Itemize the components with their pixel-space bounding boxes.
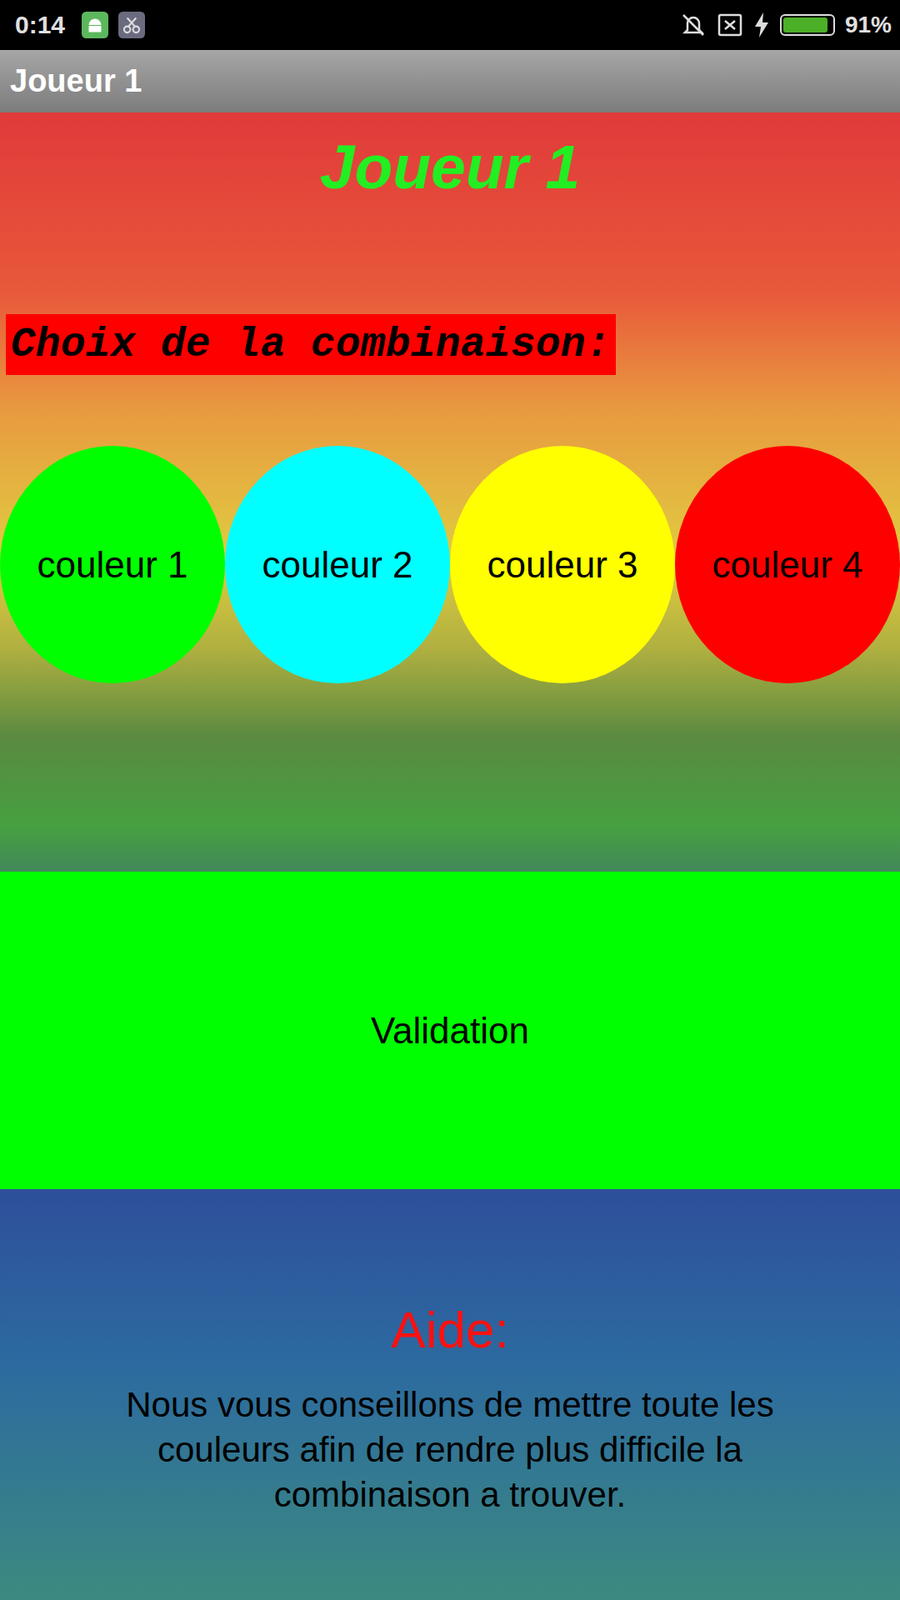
- no-sim-icon: [716, 11, 744, 39]
- charging-icon: [753, 11, 770, 39]
- battery-icon: [780, 14, 835, 36]
- color-button[interactable]: couleur 1: [0, 445, 225, 684]
- help-text: Nous vous conseillons de mettre toute le…: [75, 1382, 825, 1518]
- color-button[interactable]: couleur 4: [675, 445, 900, 684]
- status-time: 0:14: [15, 10, 65, 40]
- validate-button[interactable]: Validation: [0, 871, 900, 1190]
- help-title: Aide:: [0, 1299, 900, 1361]
- color-button[interactable]: couleur 2: [225, 445, 450, 684]
- content: Joueur 1 Choix de la combinaison: couleur …: [0, 112, 900, 1600]
- action-bar-title: Joueur 1: [10, 63, 142, 100]
- color-row: couleur 1couleur 2couleur 3couleur 4: [0, 445, 900, 684]
- screen: 0:14 91% Joueur 1 Joueur 1 Choix de la combi…: [0, 0, 900, 1600]
- player-heading: Joueur 1: [0, 112, 900, 205]
- mute-icon: [680, 11, 707, 39]
- color-button[interactable]: couleur 3: [450, 445, 675, 684]
- battery-reading: 91%: [845, 11, 892, 39]
- section-label: Choix de la combinaison:: [5, 314, 616, 375]
- battery-fill: [783, 17, 828, 33]
- android-icon: [81, 11, 109, 39]
- status-bar: 0:14 91%: [0, 0, 900, 50]
- scissors-icon: [118, 11, 145, 39]
- action-bar: Joueur 1: [0, 50, 900, 113]
